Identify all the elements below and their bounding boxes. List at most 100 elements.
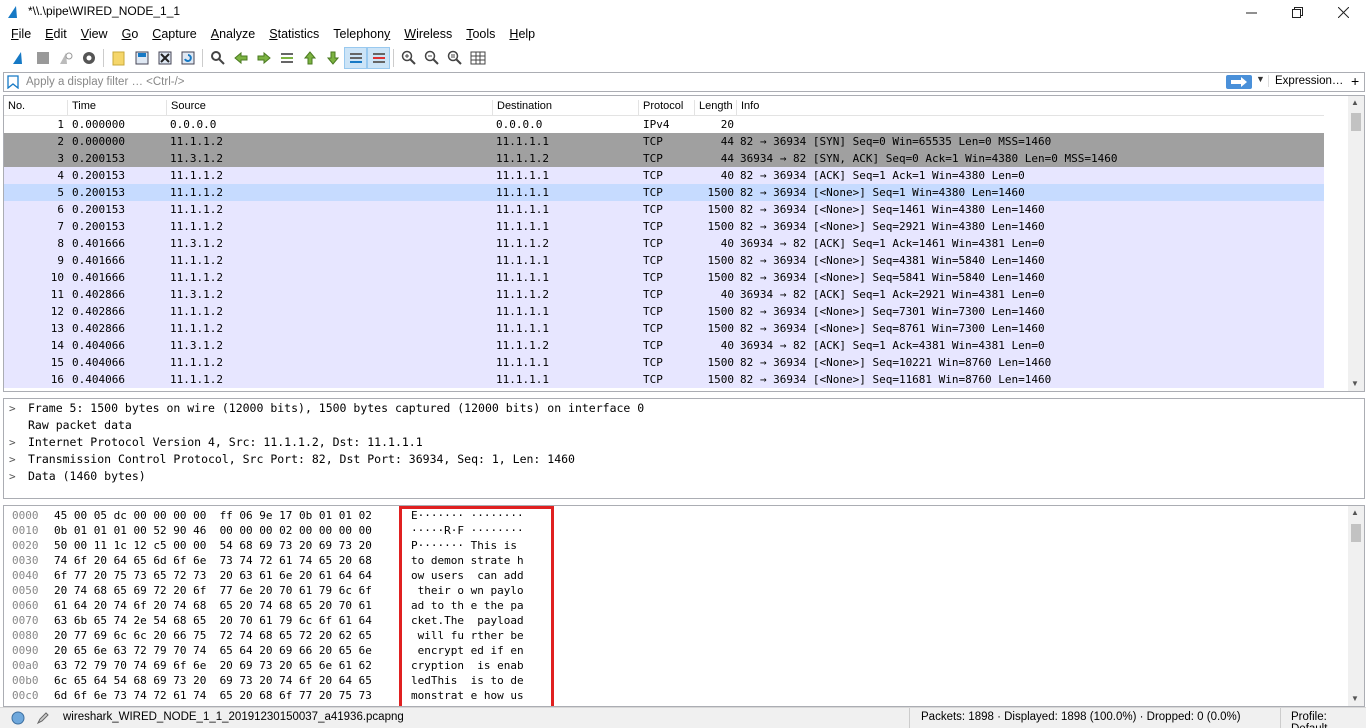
expression-button[interactable]: Expression… [1268,75,1343,87]
hex-offset[interactable]: 0020 [12,538,39,553]
detail-tree-item[interactable]: > Transmission Control Protocol, Src Port… [4,451,1344,468]
scroll-down-icon[interactable]: ▼ [1351,379,1359,388]
apply-filter-button[interactable] [1226,75,1252,89]
column-header-length[interactable]: Length [694,100,733,116]
menu-item[interactable]: Telephony [326,27,397,41]
reload-file-button[interactable] [176,47,199,69]
menu-item[interactable]: Wireless [397,27,459,41]
packet-row[interactable]: 15 0.404066 11.1.1.2 11.1.1.1 TCP 1500 82 → 36… [4,354,1324,371]
hex-bytes[interactable]: 6f 77 20 75 73 65 72 73 20 63 61 6e 20 6… [54,568,372,583]
first-packet-button[interactable] [298,47,321,69]
scroll-up-icon[interactable]: ▲ [1351,508,1359,517]
zoom-out-button[interactable] [420,47,443,69]
resize-columns-button[interactable] [466,47,489,69]
packet-row[interactable]: 6 0.200153 11.1.1.2 11.1.1.1 TCP 1500 82 → 369… [4,201,1324,218]
start-capture-button[interactable] [8,47,31,69]
go-forward-button[interactable] [252,47,275,69]
hex-bytes[interactable]: 6d 6f 6e 73 74 72 61 74 65 20 68 6f 77 2… [54,688,372,703]
menu-item[interactable]: Tools [459,27,502,41]
hex-bytes[interactable]: 45 00 05 dc 00 00 00 00 ff 06 9e 17 0b 0… [54,508,372,523]
packet-row[interactable]: 12 0.402866 11.1.1.2 11.1.1.1 TCP 1500 82 → 36… [4,303,1324,320]
menu-item[interactable]: View [74,27,115,41]
menu-item[interactable]: Capture [145,27,203,41]
hex-offset[interactable]: 0090 [12,643,39,658]
packet-row[interactable]: 2 0.000000 11.1.1.2 11.1.1.1 TCP 44 82 → 36934… [4,133,1324,150]
hex-bytes[interactable]: 74 6f 20 64 65 6d 6f 6e 73 74 72 61 74 6… [54,553,372,568]
colorize-button[interactable] [367,46,390,69]
open-file-button[interactable] [107,47,130,69]
hex-offset[interactable]: 0000 [12,508,39,523]
packet-row[interactable]: 1 0.000000 0.0.0.0 0.0.0.0 IPv4 20 [4,116,1324,133]
column-header-destination[interactable]: Destination [492,100,552,116]
packet-row[interactable]: 16 0.404066 11.1.1.2 11.1.1.1 TCP 1500 82 → 36… [4,371,1324,388]
hex-bytes[interactable]: 20 77 69 6c 6c 20 66 75 72 74 68 65 72 2… [54,628,372,643]
save-file-button[interactable] [130,47,153,69]
find-packet-button[interactable] [206,47,229,69]
detail-tree-item[interactable]: > Frame 5: 1500 bytes on wire (12000 bits… [4,400,1344,417]
packet-row[interactable]: 8 0.401666 11.3.1.2 11.1.1.2 TCP 40 36934 → 82… [4,235,1324,252]
detail-tree-item[interactable]: > Internet Protocol Version 4, Src: 11.1.… [4,434,1344,451]
column-header-no[interactable]: No. [4,100,25,116]
expand-chevron-icon[interactable]: > [9,468,16,485]
expert-info-icon[interactable] [11,711,25,725]
profile-selector[interactable]: Profile: Default [1291,711,1366,728]
stop-capture-button[interactable] [31,47,54,69]
hex-offset[interactable]: 0040 [12,568,39,583]
menu-item[interactable]: Edit [38,27,74,41]
expand-chevron-icon[interactable]: > [9,451,16,468]
packet-row[interactable]: 7 0.200153 11.1.1.2 11.1.1.1 TCP 1500 82 → 369… [4,218,1324,235]
menu-item[interactable]: Statistics [262,27,326,41]
maximize-button[interactable] [1274,0,1320,24]
scroll-down-icon[interactable]: ▼ [1351,694,1359,703]
bookmark-icon[interactable] [6,75,20,89]
menu-item[interactable]: Analyze [204,27,262,41]
bytes-scrollbar[interactable]: ▲ ▼ [1348,506,1364,706]
capture-options-button[interactable] [77,47,100,69]
autoscroll-button[interactable] [344,46,367,69]
close-window-button[interactable] [1320,0,1366,24]
packet-row[interactable]: 3 0.200153 11.3.1.2 11.1.1.2 TCP 44 36934 → 82… [4,150,1324,167]
packet-row[interactable]: 9 0.401666 11.1.1.2 11.1.1.1 TCP 1500 82 → 369… [4,252,1324,269]
packet-row[interactable]: 11 0.402866 11.3.1.2 11.1.1.2 TCP 40 36934 → 8… [4,286,1324,303]
hex-offset[interactable]: 00c0 [12,688,39,703]
packet-row[interactable]: 10 0.401666 11.1.1.2 11.1.1.1 TCP 1500 82 → 36… [4,269,1324,286]
packet-row[interactable]: 14 0.404066 11.3.1.2 11.1.1.2 TCP 40 36934 → 8… [4,337,1324,354]
packet-row[interactable]: 13 0.402866 11.1.1.2 11.1.1.1 TCP 1500 82 → 36… [4,320,1324,337]
hex-bytes[interactable]: 20 65 6e 63 72 79 70 74 65 64 20 69 66 2… [54,643,372,658]
column-header-info[interactable]: Info [736,100,759,116]
detail-tree-item[interactable]: Raw packet data [4,417,1344,434]
hex-offset[interactable]: 0080 [12,628,39,643]
hex-bytes[interactable]: 0b 01 01 01 00 52 90 46 00 00 00 02 00 0… [54,523,372,538]
scroll-up-icon[interactable]: ▲ [1351,98,1359,107]
hex-offset[interactable]: 00b0 [12,673,39,688]
hex-bytes[interactable]: 63 72 79 70 74 69 6f 6e 20 69 73 20 65 6… [54,658,372,673]
normal-size-button[interactable] [443,47,466,69]
packet-list-scrollbar[interactable]: ▲ ▼ [1348,96,1364,391]
packet-row[interactable]: 5 0.200153 11.1.1.2 11.1.1.1 TCP 1500 82 → 369… [4,184,1324,201]
minimize-button[interactable] [1228,0,1274,24]
zoom-in-button[interactable] [397,47,420,69]
column-header-source[interactable]: Source [166,100,206,116]
column-header-time[interactable]: Time [67,100,96,116]
hex-bytes[interactable]: 50 00 11 1c 12 c5 00 00 54 68 69 73 20 6… [54,538,372,553]
packet-row[interactable]: 4 0.200153 11.1.1.2 11.1.1.1 TCP 40 82 → 36934… [4,167,1324,184]
scrollbar-thumb[interactable] [1351,524,1361,542]
hex-offset[interactable]: 00a0 [12,658,39,673]
menu-item[interactable]: Go [115,27,146,41]
detail-tree-item[interactable]: > Data (1460 bytes) [4,468,1344,485]
expand-chevron-icon[interactable]: > [9,400,16,417]
hex-offset[interactable]: 0070 [12,613,39,628]
hex-offset[interactable]: 0030 [12,553,39,568]
hex-bytes[interactable]: 20 74 68 65 69 72 20 6f 77 6e 20 70 61 7… [54,583,372,598]
go-to-packet-button[interactable] [275,47,298,69]
hex-bytes[interactable]: 61 64 20 74 6f 20 74 68 65 20 74 68 65 2… [54,598,372,613]
add-filter-button[interactable]: + [1351,73,1359,89]
hex-offset[interactable]: 0060 [12,598,39,613]
restart-capture-button[interactable] [54,47,77,69]
expand-chevron-icon[interactable]: > [9,434,16,451]
display-filter-input[interactable]: Apply a display filter … <Ctrl-/> [26,76,185,88]
column-header-protocol[interactable]: Protocol [638,100,683,116]
close-file-button[interactable] [153,47,176,69]
capture-comment-icon[interactable] [36,711,50,725]
menu-item[interactable]: Help [502,27,542,41]
